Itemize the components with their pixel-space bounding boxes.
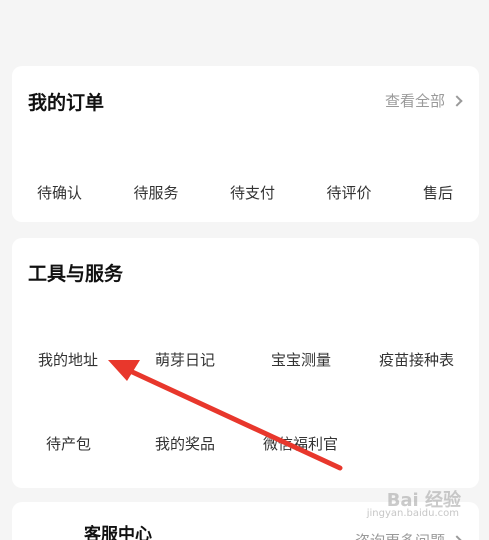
baidu-watermark-url: jingyan.baidu.com	[366, 508, 459, 519]
profile-page: 我的订单 查看全部 待确认 待服务 待支付 待评价 售后 工具与服务 我的地址 …	[0, 0, 489, 540]
annotation-arrow	[108, 360, 343, 471]
arrow-shaft	[125, 367, 343, 471]
arrow-head	[108, 360, 140, 381]
